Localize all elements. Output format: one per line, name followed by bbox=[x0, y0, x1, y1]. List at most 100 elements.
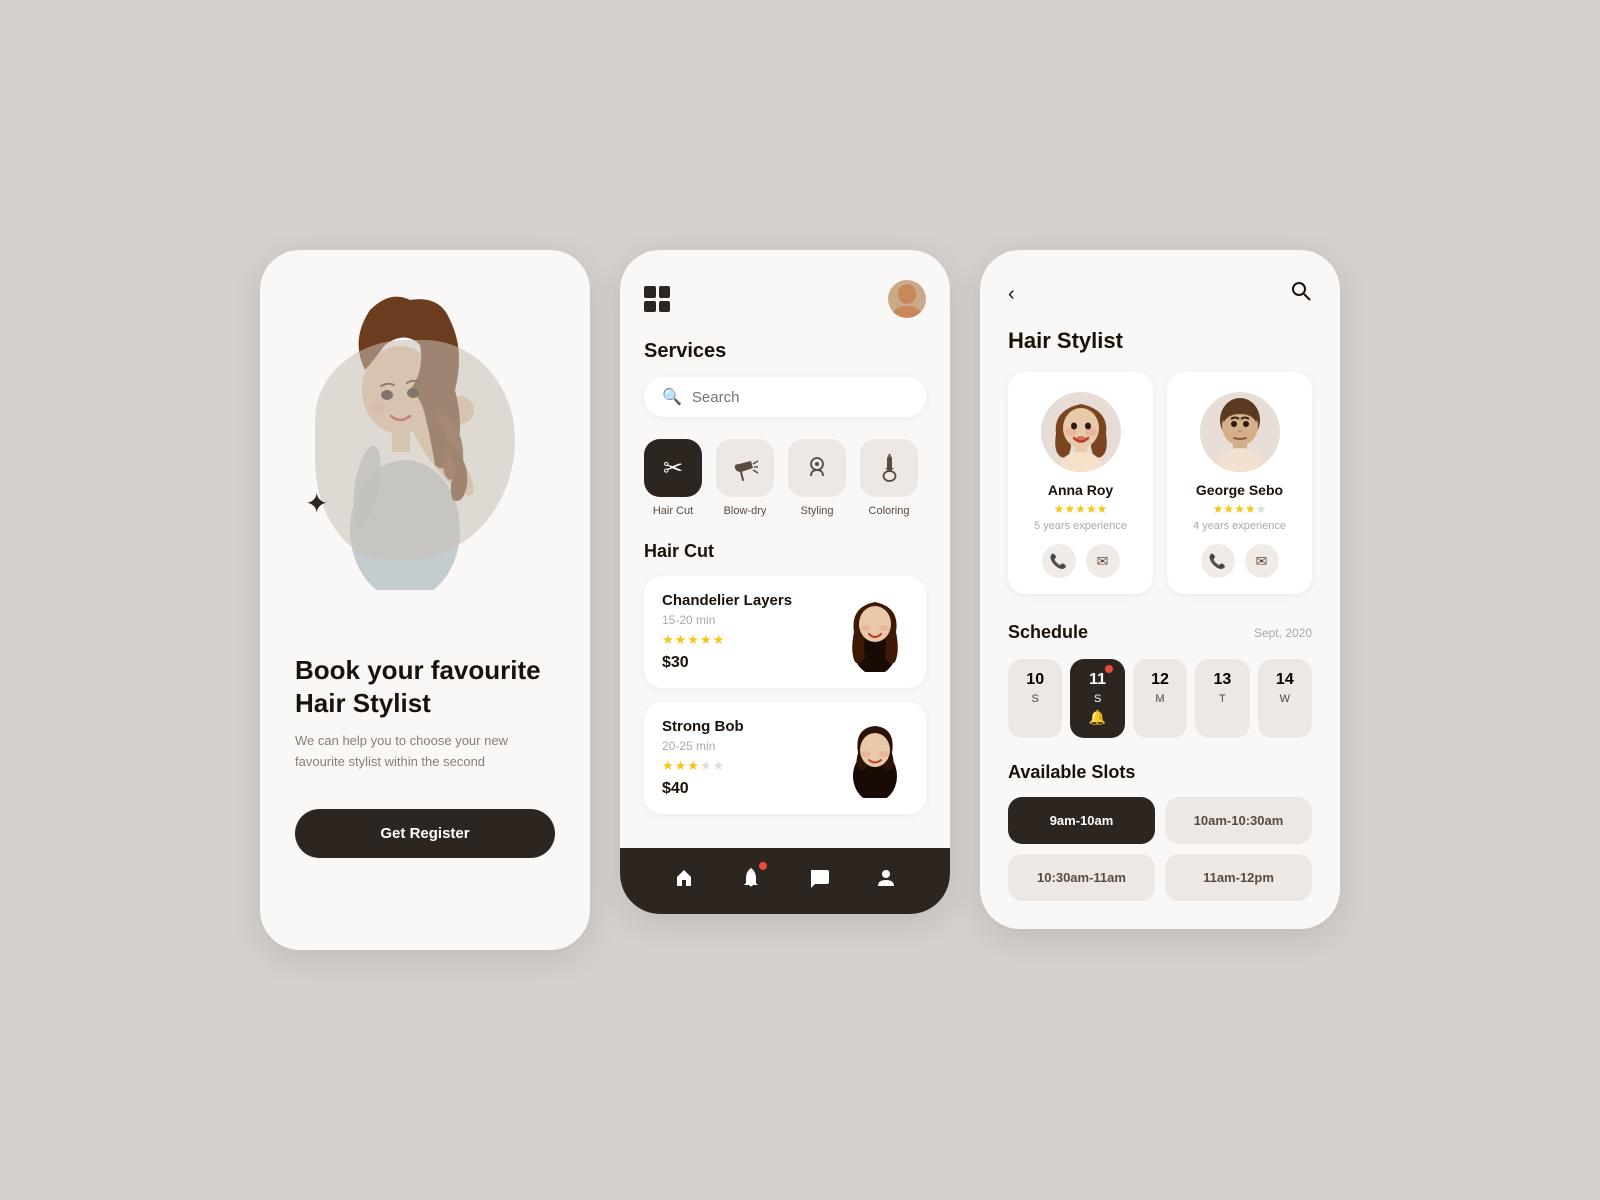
george-call-button[interactable]: 📞 bbox=[1201, 544, 1235, 578]
cal-day-10[interactable]: 10 S bbox=[1008, 659, 1062, 738]
cal-day-14[interactable]: 14 W bbox=[1258, 659, 1312, 738]
service-categories: ✂ Hair Cut Blow-dry bbox=[644, 439, 926, 517]
anna-name: Anna Roy bbox=[1048, 482, 1113, 498]
screen2-content: Services 🔍 ✂ Hair Cut bbox=[620, 250, 950, 848]
category-blowdry[interactable]: Blow-dry bbox=[716, 439, 774, 517]
search-input[interactable] bbox=[692, 389, 908, 406]
cal-letter-13: T bbox=[1219, 693, 1226, 705]
cal-num-13: 13 bbox=[1214, 671, 1232, 689]
cal-letter-14: W bbox=[1280, 693, 1290, 705]
service-card-2-info: Strong Bob 20-25 min ★★★★★ $40 bbox=[662, 718, 744, 798]
slots-title: Available Slots bbox=[1008, 762, 1312, 783]
register-button[interactable]: Get Register bbox=[295, 809, 555, 858]
service-price-2: $40 bbox=[662, 780, 744, 798]
service-card-2[interactable]: Strong Bob 20-25 min ★★★★★ $40 bbox=[644, 702, 926, 814]
screen1-text: Book your favourite Hair Stylist We can … bbox=[290, 654, 560, 858]
screen2-header bbox=[644, 280, 926, 318]
home-svg bbox=[672, 866, 696, 890]
cal-letter-11: S bbox=[1094, 693, 1101, 705]
service-avatar-2-svg bbox=[840, 718, 910, 798]
george-email-button[interactable]: ✉ bbox=[1245, 544, 1279, 578]
george-avatar bbox=[1200, 392, 1280, 472]
cal-day-11[interactable]: 11 S 🔔 bbox=[1070, 659, 1124, 738]
category-coloring[interactable]: Coloring bbox=[860, 439, 918, 517]
search-icon-s3 bbox=[1290, 280, 1312, 302]
anna-stars: ★★★★★ bbox=[1054, 502, 1108, 516]
grid-icon[interactable] bbox=[644, 286, 670, 312]
styling-icon-box bbox=[788, 439, 846, 497]
nav-bell-icon[interactable] bbox=[739, 866, 763, 896]
blowdry-icon-box bbox=[716, 439, 774, 497]
george-exp: 4 years experience bbox=[1193, 520, 1286, 532]
search-icon: 🔍 bbox=[662, 387, 682, 407]
george-name: George Sebo bbox=[1196, 482, 1283, 498]
blowdryer-svg bbox=[731, 454, 759, 482]
screen1-title: Book your favourite Hair Stylist bbox=[295, 654, 555, 719]
user-avatar[interactable] bbox=[888, 280, 926, 318]
grid-dot bbox=[644, 301, 656, 313]
slot-9am[interactable]: 9am-10am bbox=[1008, 797, 1155, 844]
george-actions: 📞 ✉ bbox=[1201, 544, 1279, 578]
nav-profile-icon[interactable] bbox=[874, 866, 898, 896]
slot-10am[interactable]: 10am-10:30am bbox=[1165, 797, 1312, 844]
chat-svg bbox=[807, 866, 831, 890]
service-stars-1: ★★★★★ bbox=[662, 632, 792, 648]
grid-dot bbox=[644, 286, 656, 298]
service-price-1: $30 bbox=[662, 654, 792, 672]
nav-home-icon[interactable] bbox=[672, 866, 696, 896]
george-avatar-svg bbox=[1200, 392, 1280, 472]
service-card-1[interactable]: Chandelier Layers 15-20 min ★★★★★ $30 bbox=[644, 576, 926, 688]
cal-letter-12: M bbox=[1155, 693, 1164, 705]
haircut-section-title: Hair Cut bbox=[644, 541, 926, 562]
anna-call-button[interactable]: 📞 bbox=[1042, 544, 1076, 578]
george-stars: ★★★★★ bbox=[1213, 502, 1267, 516]
styling-label: Styling bbox=[800, 505, 833, 517]
schedule-title: Schedule bbox=[1008, 622, 1088, 643]
stylist-card-george[interactable]: George Sebo ★★★★★ 4 years experience 📞 ✉ bbox=[1167, 372, 1312, 594]
back-button[interactable]: ‹ bbox=[1008, 283, 1015, 306]
bottom-nav bbox=[620, 848, 950, 914]
sparkle-icon: ✦ bbox=[305, 490, 328, 518]
nav-chat-icon[interactable] bbox=[807, 866, 831, 896]
bell-svg bbox=[739, 866, 763, 890]
search-button[interactable] bbox=[1290, 280, 1312, 308]
screen1-subtitle: We can help you to choose your new favou… bbox=[295, 731, 555, 773]
screen1-illustration: ✦ bbox=[295, 290, 555, 630]
slots-grid: 9am-10am 10am-10:30am 10:30am-11am 11am-… bbox=[1008, 797, 1312, 901]
styling-svg bbox=[803, 454, 831, 482]
category-styling[interactable]: Styling bbox=[788, 439, 846, 517]
anna-exp: 5 years experience bbox=[1034, 520, 1127, 532]
cal-day-12[interactable]: 12 M bbox=[1133, 659, 1187, 738]
screen3: ‹ Hair Stylist bbox=[980, 250, 1340, 929]
service-time-2: 20-25 min bbox=[662, 739, 744, 753]
screen3-title: Hair Stylist bbox=[1008, 328, 1312, 354]
service-stars-2: ★★★★★ bbox=[662, 758, 744, 774]
stylist-card-anna[interactable]: Anna Roy ★★★★★ 5 years experience 📞 ✉ bbox=[1008, 372, 1153, 594]
calendar-row: 10 S 11 S 🔔 12 M 13 T 14 W bbox=[1008, 659, 1312, 738]
nav-bell-badge bbox=[759, 862, 767, 870]
slot-1030am[interactable]: 10:30am-11am bbox=[1008, 854, 1155, 901]
screens-container: ✦ Book your favourite Hair Stylist We ca… bbox=[260, 250, 1340, 950]
screen3-header: ‹ bbox=[1008, 280, 1312, 308]
service-avatar-1 bbox=[840, 592, 910, 672]
avatar-svg bbox=[888, 280, 926, 318]
haircut-label: Hair Cut bbox=[653, 505, 693, 517]
service-avatar-2 bbox=[840, 718, 910, 798]
anna-email-button[interactable]: ✉ bbox=[1086, 544, 1120, 578]
service-name-2: Strong Bob bbox=[662, 718, 744, 735]
cal-letter-10: S bbox=[1032, 693, 1039, 705]
cal-num-12: 12 bbox=[1151, 671, 1169, 689]
cal-day-13[interactable]: 13 T bbox=[1195, 659, 1249, 738]
cal-bell-icon: 🔔 bbox=[1089, 709, 1106, 726]
service-avatar-1-svg bbox=[840, 592, 910, 672]
cal-num-14: 14 bbox=[1276, 671, 1294, 689]
schedule-header: Schedule Sept, 2020 bbox=[1008, 622, 1312, 643]
blowdry-label: Blow-dry bbox=[724, 505, 767, 517]
stylists-row: Anna Roy ★★★★★ 5 years experience 📞 ✉ bbox=[1008, 372, 1312, 594]
haircut-icon-box: ✂ bbox=[644, 439, 702, 497]
slot-11am[interactable]: 11am-12pm bbox=[1165, 854, 1312, 901]
cal-dot-11 bbox=[1105, 665, 1113, 673]
cal-num-10: 10 bbox=[1026, 671, 1044, 689]
search-bar[interactable]: 🔍 bbox=[644, 377, 926, 417]
category-haircut[interactable]: ✂ Hair Cut bbox=[644, 439, 702, 517]
